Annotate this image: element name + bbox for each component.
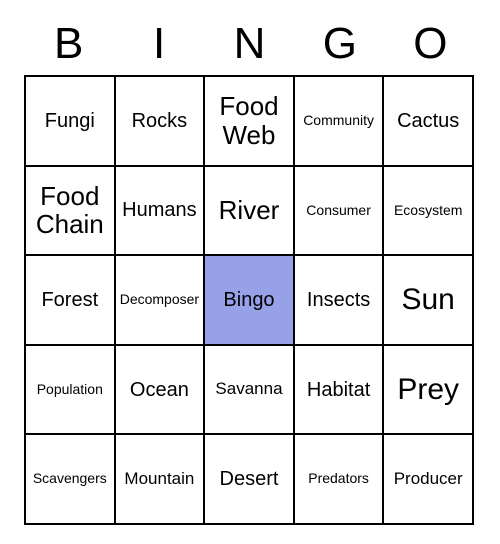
bingo-free-space[interactable]: Bingo — [204, 255, 294, 345]
bingo-cell[interactable]: Insects — [294, 255, 384, 345]
bingo-cell[interactable]: Desert — [204, 434, 294, 524]
bingo-cell[interactable]: Predators — [294, 434, 384, 524]
bingo-cell[interactable]: Savanna — [204, 345, 294, 435]
bingo-cell[interactable]: Cactus — [383, 76, 473, 166]
bingo-cell[interactable]: Ocean — [115, 345, 205, 435]
bingo-header: B I N G O — [24, 19, 476, 69]
bingo-cell[interactable]: Ecosystem — [383, 166, 473, 256]
bingo-cell[interactable]: Food Chain — [25, 166, 115, 256]
bingo-cell[interactable]: Fungi — [25, 76, 115, 166]
bingo-cell[interactable]: Consumer — [294, 166, 384, 256]
bingo-cell[interactable]: Habitat — [294, 345, 384, 435]
bingo-cell[interactable]: Prey — [383, 345, 473, 435]
bingo-cell[interactable]: Decomposer — [115, 255, 205, 345]
bingo-cell[interactable]: River — [204, 166, 294, 256]
header-o: O — [386, 19, 476, 69]
bingo-cell[interactable]: Rocks — [115, 76, 205, 166]
header-g: G — [295, 19, 385, 69]
bingo-card: B I N G O FungiRocksFood WebCommunityCac… — [24, 19, 476, 525]
bingo-cell[interactable]: Mountain — [115, 434, 205, 524]
bingo-cell[interactable]: Population — [25, 345, 115, 435]
header-i: I — [114, 19, 204, 69]
bingo-cell[interactable]: Sun — [383, 255, 473, 345]
bingo-grid: FungiRocksFood WebCommunityCactus Food Ch… — [24, 75, 474, 525]
header-b: B — [24, 19, 114, 69]
header-n: N — [205, 19, 295, 69]
bingo-cell[interactable]: Humans — [115, 166, 205, 256]
bingo-cell[interactable]: Food Web — [204, 76, 294, 166]
bingo-cell[interactable]: Forest — [25, 255, 115, 345]
bingo-cell[interactable]: Scavengers — [25, 434, 115, 524]
bingo-cell[interactable]: Producer — [383, 434, 473, 524]
bingo-cell[interactable]: Community — [294, 76, 384, 166]
